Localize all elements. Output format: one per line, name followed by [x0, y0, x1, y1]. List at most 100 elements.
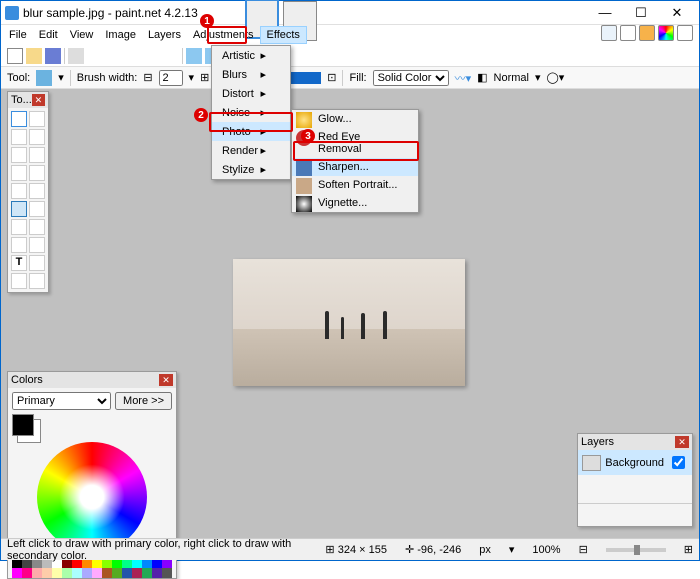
color-wheel[interactable] — [37, 442, 147, 552]
blend-icon[interactable]: ◧ — [477, 71, 487, 84]
photo-item-glow[interactable]: Glow... — [292, 110, 418, 128]
util-colors-icon[interactable] — [658, 25, 674, 41]
document-image[interactable] — [233, 259, 465, 386]
copy-icon[interactable] — [106, 48, 122, 64]
tools-window[interactable]: To...✕ T — [7, 91, 49, 293]
tool-zoom[interactable] — [11, 147, 27, 163]
brush-width-input[interactable] — [159, 70, 183, 86]
tool-pan[interactable] — [29, 147, 45, 163]
photo-item-sharpen[interactable]: Sharpen... — [292, 158, 418, 176]
tool-paintbucket[interactable] — [29, 183, 45, 199]
layer-props-icon[interactable] — [676, 507, 689, 523]
layer-down-icon[interactable] — [660, 507, 673, 523]
brush-dec[interactable]: ⊟ — [143, 71, 152, 84]
blend-mode[interactable]: Normal — [494, 72, 529, 84]
effects-item-noise[interactable]: Noise▸ — [212, 103, 290, 122]
tool-pencil[interactable] — [11, 219, 27, 235]
layer-merge-icon[interactable] — [629, 507, 642, 523]
colors-close-icon[interactable]: ✕ — [159, 374, 173, 386]
effects-item-stylize[interactable]: Stylize▸ — [212, 160, 290, 179]
layer-row-background[interactable]: Background — [578, 450, 692, 475]
layer-delete-icon[interactable] — [597, 507, 610, 523]
tool-colorpicker[interactable] — [29, 219, 45, 235]
layers-close-icon[interactable]: ✕ — [675, 436, 689, 448]
layer-visible-checkbox[interactable] — [672, 456, 685, 469]
tool-text[interactable]: T — [11, 255, 27, 271]
photo-item-vignette[interactable]: Vignette... — [292, 194, 418, 212]
brush-inc[interactable]: ⊞ — [200, 71, 209, 84]
zoom-in-icon[interactable]: ⊞ — [684, 543, 693, 556]
layer-name: Background — [605, 457, 664, 469]
menu-image[interactable]: Image — [99, 27, 142, 43]
effects-item-photo[interactable]: Photo▸ — [212, 122, 290, 141]
save-icon[interactable] — [45, 48, 61, 64]
menu-effects[interactable]: Effects — [260, 26, 307, 44]
zoom-out-icon[interactable]: ⊟ — [579, 543, 588, 556]
maximize-button[interactable]: ☐ — [623, 2, 659, 24]
fill-select[interactable]: Solid Color — [373, 70, 449, 86]
zoom-slider[interactable] — [606, 548, 666, 552]
colors-title: Colors — [11, 374, 43, 386]
tool-eraser[interactable] — [29, 201, 45, 217]
layer-up-icon[interactable] — [644, 507, 657, 523]
annotation-num-3: 3 — [301, 129, 315, 143]
tool-shapes[interactable] — [11, 273, 27, 289]
menu-adjustments[interactable]: Adjustments — [187, 27, 260, 43]
undo-icon[interactable] — [186, 48, 202, 64]
tool-clone[interactable] — [11, 237, 27, 253]
colors-primary-select[interactable]: Primary — [12, 392, 111, 410]
tool-lasso[interactable] — [29, 111, 45, 127]
photo-submenu: Glow... Red Eye Removal Sharpen... Softe… — [291, 109, 419, 213]
colors-more-button[interactable]: More >> — [115, 392, 172, 410]
menu-layers[interactable]: Layers — [142, 27, 187, 43]
photo-item-soften[interactable]: Soften Portrait... — [292, 176, 418, 194]
menu-edit[interactable]: Edit — [33, 27, 64, 43]
print-icon[interactable] — [68, 48, 84, 64]
status-units[interactable]: px — [479, 544, 491, 556]
tool-ellipse-select[interactable] — [29, 129, 45, 145]
tool-wand[interactable] — [11, 183, 27, 199]
tool-rect[interactable] — [29, 273, 45, 289]
layers-window[interactable]: Layers✕ Background — [577, 433, 693, 527]
tool-move[interactable] — [11, 129, 27, 145]
tool-gradient[interactable] — [29, 165, 45, 181]
more-icon[interactable]: ◯▾ — [547, 71, 565, 84]
style-icon[interactable]: 〰▾ — [455, 70, 472, 86]
crop-icon[interactable] — [144, 48, 160, 64]
util-history-icon[interactable] — [620, 25, 636, 41]
open-icon[interactable] — [26, 48, 42, 64]
tool-rect-select[interactable] — [11, 111, 27, 127]
tool-fill[interactable] — [11, 165, 27, 181]
close-button[interactable]: ✕ — [659, 2, 695, 24]
effects-item-artistic[interactable]: Artistic▸ — [212, 46, 290, 65]
layer-dup-icon[interactable] — [613, 507, 626, 523]
status-zoom[interactable]: 100% — [532, 544, 560, 556]
effects-item-blurs[interactable]: Blurs▸ — [212, 65, 290, 84]
color-fg-bg[interactable] — [12, 414, 34, 436]
tool-recolor[interactable] — [29, 237, 45, 253]
effects-item-distort[interactable]: Distort▸ — [212, 84, 290, 103]
menu-file[interactable]: File — [3, 27, 33, 43]
menubar: File Edit View Image Layers Adjustments … — [1, 25, 699, 45]
paste-icon[interactable] — [125, 48, 141, 64]
aa-toggle[interactable]: ⊡ — [327, 71, 336, 84]
tool-paintbrush[interactable] — [11, 201, 27, 217]
util-layers-icon[interactable] — [639, 25, 655, 41]
util-settings-icon[interactable] — [677, 25, 693, 41]
deselect-icon[interactable] — [163, 48, 179, 64]
menu-view[interactable]: View — [64, 27, 100, 43]
app-icon — [5, 6, 19, 20]
util-arrow-icon[interactable] — [601, 25, 617, 41]
tool-line[interactable] — [29, 255, 45, 271]
soften-icon — [296, 178, 312, 194]
tool-options-bar: Tool: ▾ Brush width: ⊟ ▾ ⊞ Hardn ⊡ Fill:… — [1, 67, 699, 89]
tools-close-icon[interactable]: ✕ — [32, 94, 45, 106]
minimize-button[interactable]: — — [587, 2, 623, 24]
effects-item-render[interactable]: Render▸ — [212, 141, 290, 160]
layer-thumb — [582, 455, 601, 471]
tool-label: Tool: — [7, 72, 30, 84]
tool-selector[interactable] — [36, 70, 52, 86]
new-icon[interactable] — [7, 48, 23, 64]
layer-add-icon[interactable] — [581, 507, 594, 523]
cut-icon[interactable] — [87, 48, 103, 64]
